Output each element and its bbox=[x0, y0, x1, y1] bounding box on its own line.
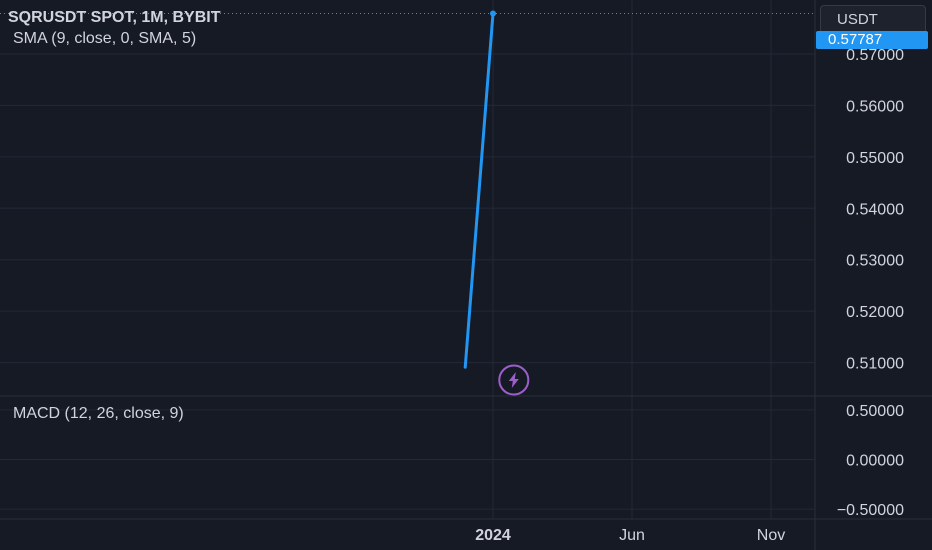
symbol-title[interactable]: SQRUSDT SPOT, 1M, BYBIT bbox=[8, 9, 220, 27]
price-tick-label: 0.53000 bbox=[846, 253, 904, 270]
currency-button[interactable]: USDT bbox=[820, 5, 926, 34]
price-tick-label: 0.52000 bbox=[846, 304, 904, 321]
axis-layer bbox=[0, 0, 932, 550]
macd-tick-label: 0.50000 bbox=[846, 403, 904, 420]
axis-labels: 0.51000 0.52000 0.53000 0.54000 0.55000 0.560… bbox=[475, 47, 904, 544]
chart-canvas[interactable]: 0.51000 0.52000 0.53000 0.54000 0.55000 0.560… bbox=[0, 0, 932, 550]
price-tick-label: 0.55000 bbox=[846, 150, 904, 167]
sma-indicator-label[interactable]: SMA (9, close, 0, SMA, 5) bbox=[13, 30, 196, 48]
grid-layer bbox=[0, 0, 815, 519]
price-tick-label: 0.57000 bbox=[846, 47, 904, 64]
last-price-value: 0.57787 bbox=[828, 31, 883, 48]
lightning-icon bbox=[498, 364, 530, 396]
last-price-point bbox=[490, 10, 496, 17]
price-series bbox=[0, 10, 815, 396]
macd-tick-label: −0.50000 bbox=[837, 502, 904, 519]
currency-label: USDT bbox=[837, 11, 878, 28]
time-tick-label: 2024 bbox=[475, 527, 511, 544]
price-tick-label: 0.54000 bbox=[846, 201, 904, 218]
last-price-tag: 0.57787 bbox=[816, 31, 928, 49]
price-tick-label: 0.56000 bbox=[846, 98, 904, 115]
macd-tick-label: 0.00000 bbox=[846, 452, 904, 469]
time-tick-label: Nov bbox=[757, 527, 785, 544]
time-tick-label: Jun bbox=[619, 527, 645, 544]
macd-indicator-label[interactable]: MACD (12, 26, close, 9) bbox=[13, 405, 184, 423]
price-line bbox=[463, 12, 495, 369]
price-tick-label: 0.51000 bbox=[846, 356, 904, 373]
